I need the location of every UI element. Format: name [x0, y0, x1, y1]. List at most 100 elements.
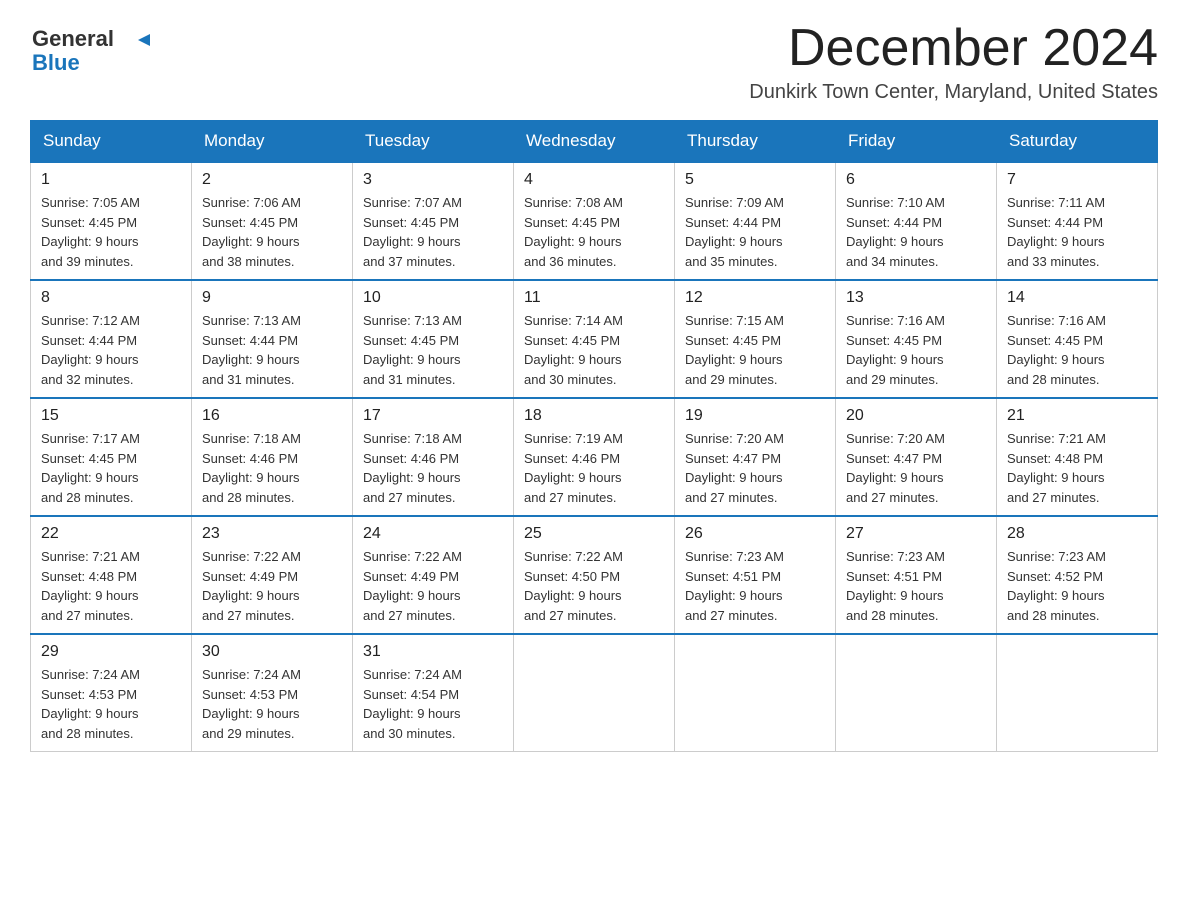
day-info: Sunrise: 7:17 AM Sunset: 4:45 PM Dayligh… [41, 429, 181, 507]
day-number: 8 [41, 289, 181, 307]
day-number: 29 [41, 643, 181, 661]
weekday-header-wednesday: Wednesday [514, 121, 675, 163]
day-number: 24 [363, 525, 503, 543]
weekday-header-friday: Friday [836, 121, 997, 163]
day-number: 25 [524, 525, 664, 543]
day-info: Sunrise: 7:06 AM Sunset: 4:45 PM Dayligh… [202, 193, 342, 271]
calendar-cell: 1 Sunrise: 7:05 AM Sunset: 4:45 PM Dayli… [31, 162, 192, 280]
day-number: 27 [846, 525, 986, 543]
day-info: Sunrise: 7:16 AM Sunset: 4:45 PM Dayligh… [846, 311, 986, 389]
calendar-subtitle: Dunkirk Town Center, Maryland, United St… [749, 81, 1158, 104]
day-info: Sunrise: 7:24 AM Sunset: 4:53 PM Dayligh… [41, 665, 181, 743]
day-number: 23 [202, 525, 342, 543]
calendar-cell: 29 Sunrise: 7:24 AM Sunset: 4:53 PM Dayl… [31, 634, 192, 752]
day-number: 26 [685, 525, 825, 543]
day-number: 22 [41, 525, 181, 543]
day-number: 18 [524, 407, 664, 425]
calendar-cell: 10 Sunrise: 7:13 AM Sunset: 4:45 PM Dayl… [353, 280, 514, 398]
day-number: 31 [363, 643, 503, 661]
weekday-header-monday: Monday [192, 121, 353, 163]
day-number: 21 [1007, 407, 1147, 425]
calendar-cell: 19 Sunrise: 7:20 AM Sunset: 4:47 PM Dayl… [675, 398, 836, 516]
calendar-cell: 27 Sunrise: 7:23 AM Sunset: 4:51 PM Dayl… [836, 516, 997, 634]
day-info: Sunrise: 7:24 AM Sunset: 4:54 PM Dayligh… [363, 665, 503, 743]
day-number: 19 [685, 407, 825, 425]
day-number: 3 [363, 171, 503, 189]
day-info: Sunrise: 7:11 AM Sunset: 4:44 PM Dayligh… [1007, 193, 1147, 271]
calendar-cell: 15 Sunrise: 7:17 AM Sunset: 4:45 PM Dayl… [31, 398, 192, 516]
calendar-cell: 8 Sunrise: 7:12 AM Sunset: 4:44 PM Dayli… [31, 280, 192, 398]
day-info: Sunrise: 7:22 AM Sunset: 4:50 PM Dayligh… [524, 547, 664, 625]
calendar-cell: 6 Sunrise: 7:10 AM Sunset: 4:44 PM Dayli… [836, 162, 997, 280]
calendar-week-4: 22 Sunrise: 7:21 AM Sunset: 4:48 PM Dayl… [31, 516, 1158, 634]
calendar-cell: 12 Sunrise: 7:15 AM Sunset: 4:45 PM Dayl… [675, 280, 836, 398]
calendar-cell: 25 Sunrise: 7:22 AM Sunset: 4:50 PM Dayl… [514, 516, 675, 634]
day-info: Sunrise: 7:21 AM Sunset: 4:48 PM Dayligh… [1007, 429, 1147, 507]
day-info: Sunrise: 7:05 AM Sunset: 4:45 PM Dayligh… [41, 193, 181, 271]
calendar-cell: 5 Sunrise: 7:09 AM Sunset: 4:44 PM Dayli… [675, 162, 836, 280]
day-info: Sunrise: 7:16 AM Sunset: 4:45 PM Dayligh… [1007, 311, 1147, 389]
day-info: Sunrise: 7:18 AM Sunset: 4:46 PM Dayligh… [202, 429, 342, 507]
day-number: 10 [363, 289, 503, 307]
day-info: Sunrise: 7:07 AM Sunset: 4:45 PM Dayligh… [363, 193, 503, 271]
weekday-header-tuesday: Tuesday [353, 121, 514, 163]
calendar-cell: 13 Sunrise: 7:16 AM Sunset: 4:45 PM Dayl… [836, 280, 997, 398]
day-info: Sunrise: 7:13 AM Sunset: 4:45 PM Dayligh… [363, 311, 503, 389]
calendar-cell: 11 Sunrise: 7:14 AM Sunset: 4:45 PM Dayl… [514, 280, 675, 398]
calendar-cell: 22 Sunrise: 7:21 AM Sunset: 4:48 PM Dayl… [31, 516, 192, 634]
calendar-cell [675, 634, 836, 752]
weekday-header-saturday: Saturday [997, 121, 1158, 163]
calendar-cell: 31 Sunrise: 7:24 AM Sunset: 4:54 PM Dayl… [353, 634, 514, 752]
day-info: Sunrise: 7:24 AM Sunset: 4:53 PM Dayligh… [202, 665, 342, 743]
calendar-cell: 23 Sunrise: 7:22 AM Sunset: 4:49 PM Dayl… [192, 516, 353, 634]
day-info: Sunrise: 7:23 AM Sunset: 4:51 PM Dayligh… [685, 547, 825, 625]
weekday-header-thursday: Thursday [675, 121, 836, 163]
day-number: 20 [846, 407, 986, 425]
day-info: Sunrise: 7:08 AM Sunset: 4:45 PM Dayligh… [524, 193, 664, 271]
calendar-cell: 14 Sunrise: 7:16 AM Sunset: 4:45 PM Dayl… [997, 280, 1158, 398]
day-number: 11 [524, 289, 664, 307]
day-number: 7 [1007, 171, 1147, 189]
weekday-header-row: SundayMondayTuesdayWednesdayThursdayFrid… [31, 121, 1158, 163]
calendar-cell: 17 Sunrise: 7:18 AM Sunset: 4:46 PM Dayl… [353, 398, 514, 516]
day-info: Sunrise: 7:10 AM Sunset: 4:44 PM Dayligh… [846, 193, 986, 271]
calendar-cell: 28 Sunrise: 7:23 AM Sunset: 4:52 PM Dayl… [997, 516, 1158, 634]
day-info: Sunrise: 7:20 AM Sunset: 4:47 PM Dayligh… [685, 429, 825, 507]
day-number: 15 [41, 407, 181, 425]
calendar-cell: 20 Sunrise: 7:20 AM Sunset: 4:47 PM Dayl… [836, 398, 997, 516]
logo-icon: General Blue [30, 20, 150, 75]
day-number: 1 [41, 171, 181, 189]
day-info: Sunrise: 7:22 AM Sunset: 4:49 PM Dayligh… [202, 547, 342, 625]
calendar-cell: 7 Sunrise: 7:11 AM Sunset: 4:44 PM Dayli… [997, 162, 1158, 280]
day-number: 12 [685, 289, 825, 307]
calendar-cell: 16 Sunrise: 7:18 AM Sunset: 4:46 PM Dayl… [192, 398, 353, 516]
day-number: 16 [202, 407, 342, 425]
calendar-week-3: 15 Sunrise: 7:17 AM Sunset: 4:45 PM Dayl… [31, 398, 1158, 516]
day-number: 13 [846, 289, 986, 307]
day-info: Sunrise: 7:20 AM Sunset: 4:47 PM Dayligh… [846, 429, 986, 507]
calendar-cell: 26 Sunrise: 7:23 AM Sunset: 4:51 PM Dayl… [675, 516, 836, 634]
logo: General Blue [30, 20, 150, 75]
day-info: Sunrise: 7:09 AM Sunset: 4:44 PM Dayligh… [685, 193, 825, 271]
day-info: Sunrise: 7:18 AM Sunset: 4:46 PM Dayligh… [363, 429, 503, 507]
day-info: Sunrise: 7:23 AM Sunset: 4:52 PM Dayligh… [1007, 547, 1147, 625]
day-info: Sunrise: 7:13 AM Sunset: 4:44 PM Dayligh… [202, 311, 342, 389]
calendar-cell: 21 Sunrise: 7:21 AM Sunset: 4:48 PM Dayl… [997, 398, 1158, 516]
day-number: 14 [1007, 289, 1147, 307]
calendar-cell: 4 Sunrise: 7:08 AM Sunset: 4:45 PM Dayli… [514, 162, 675, 280]
calendar-title: December 2024 [749, 20, 1158, 77]
calendar-cell [836, 634, 997, 752]
calendar-week-1: 1 Sunrise: 7:05 AM Sunset: 4:45 PM Dayli… [31, 162, 1158, 280]
day-number: 5 [685, 171, 825, 189]
svg-text:Blue: Blue [32, 50, 80, 75]
calendar-week-2: 8 Sunrise: 7:12 AM Sunset: 4:44 PM Dayli… [31, 280, 1158, 398]
calendar-week-5: 29 Sunrise: 7:24 AM Sunset: 4:53 PM Dayl… [31, 634, 1158, 752]
day-info: Sunrise: 7:19 AM Sunset: 4:46 PM Dayligh… [524, 429, 664, 507]
day-info: Sunrise: 7:15 AM Sunset: 4:45 PM Dayligh… [685, 311, 825, 389]
calendar-table: SundayMondayTuesdayWednesdayThursdayFrid… [30, 120, 1158, 752]
calendar-cell [997, 634, 1158, 752]
day-number: 30 [202, 643, 342, 661]
header: General Blue December 2024 Dunkirk Town … [30, 20, 1158, 104]
day-info: Sunrise: 7:14 AM Sunset: 4:45 PM Dayligh… [524, 311, 664, 389]
calendar-cell: 24 Sunrise: 7:22 AM Sunset: 4:49 PM Dayl… [353, 516, 514, 634]
